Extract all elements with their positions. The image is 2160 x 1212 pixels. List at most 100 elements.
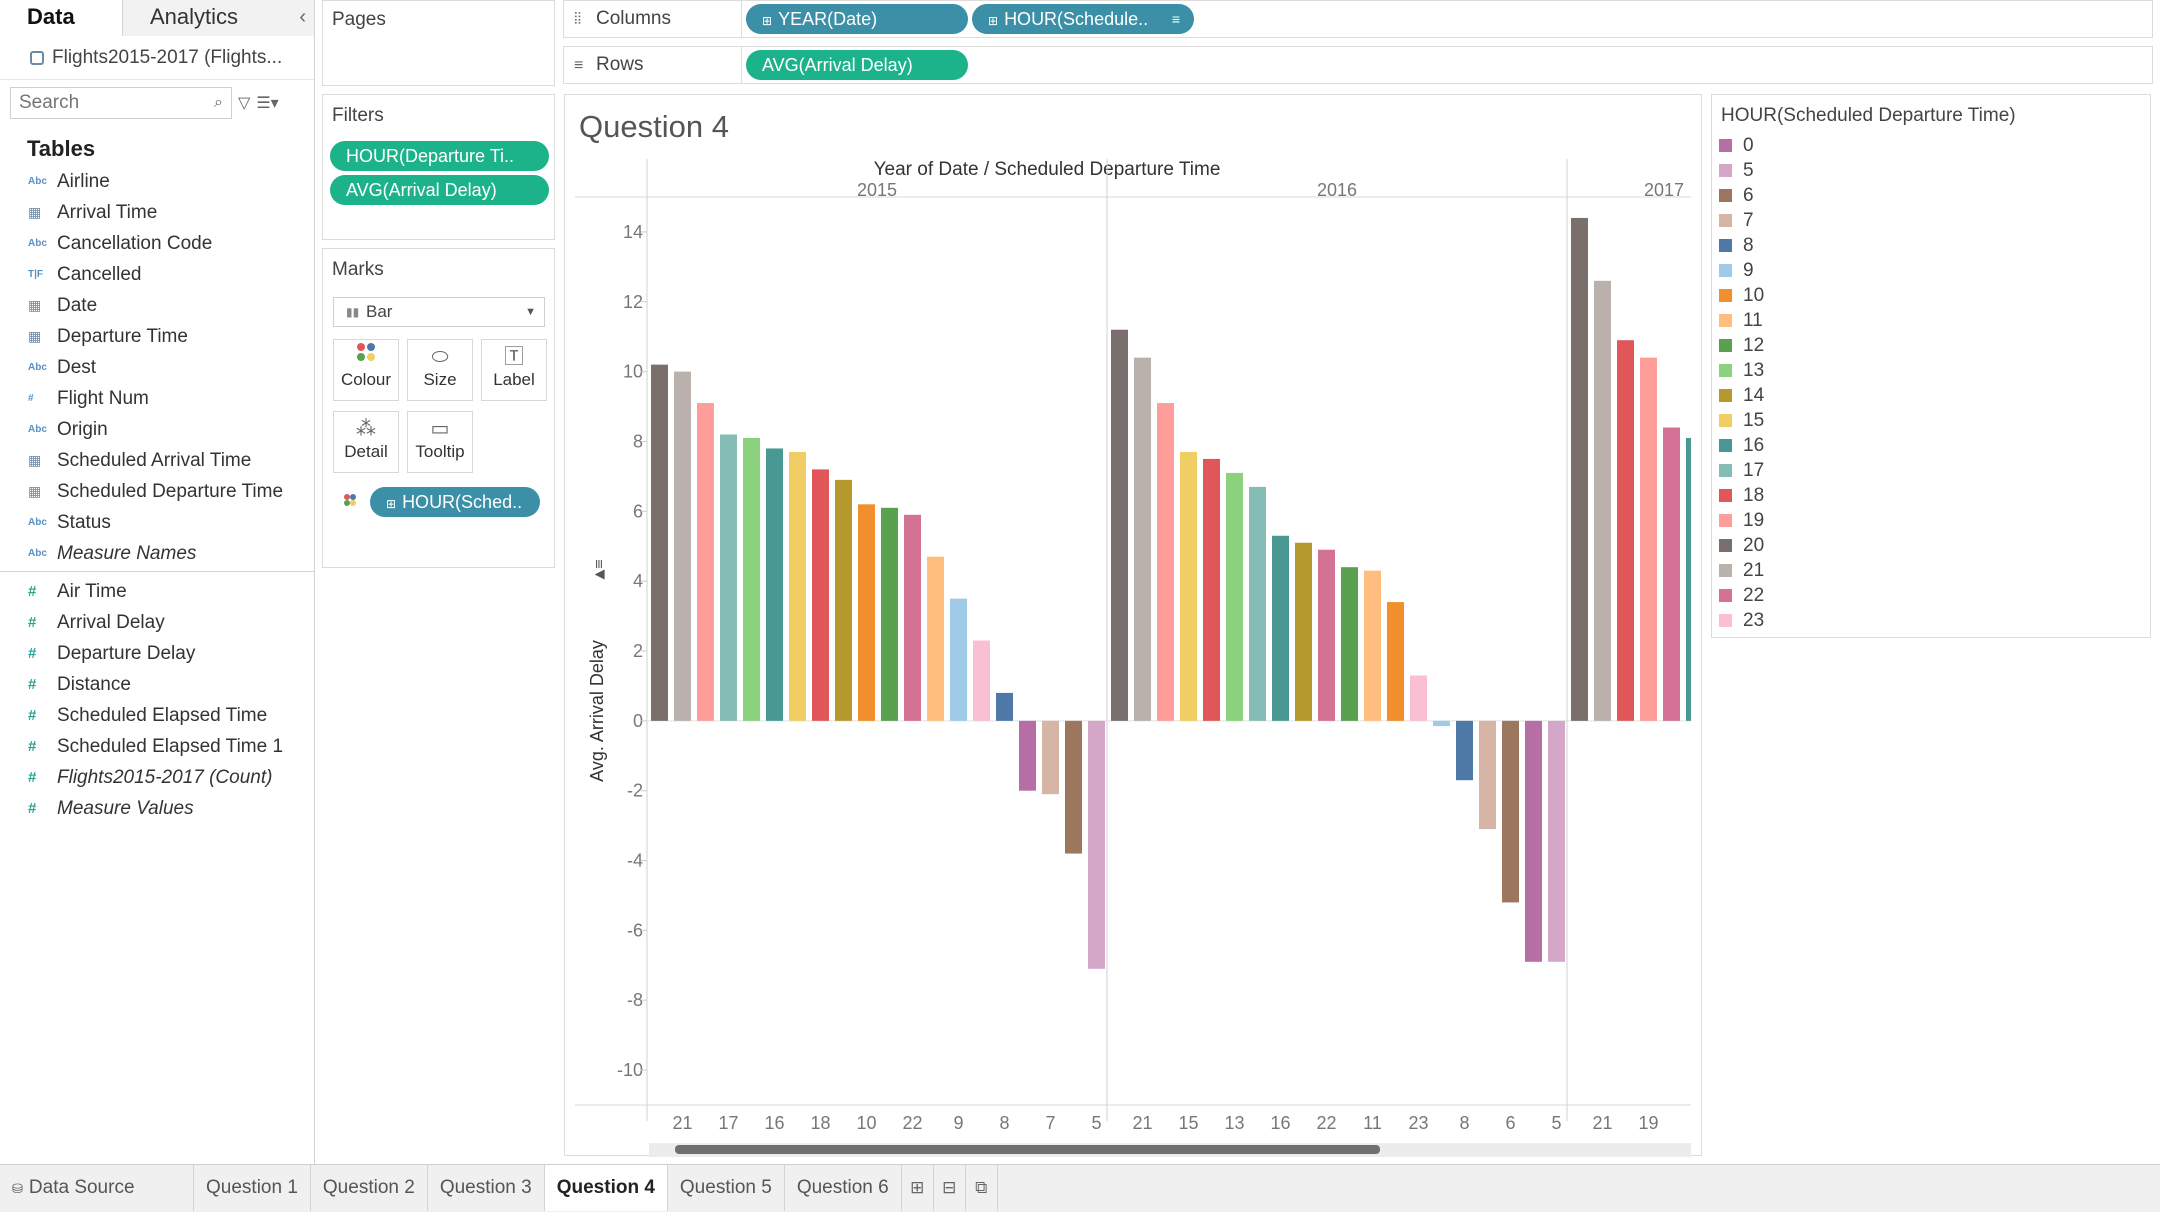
legend-item[interactable]: 17 — [1712, 458, 2150, 483]
filter-pill-hour[interactable]: HOUR(Departure Ti.. — [330, 141, 549, 171]
dimension-field[interactable]: Abc Airline — [0, 166, 314, 197]
legend-item[interactable]: 15 — [1712, 408, 2150, 433]
legend-item[interactable]: 18 — [1712, 483, 2150, 508]
filter-icon[interactable]: ▽ — [238, 93, 250, 113]
h-scrollbar-thumb[interactable] — [675, 1145, 1380, 1154]
label-button[interactable]: 🅃 Label — [481, 339, 547, 401]
colour-legend[interactable]: HOUR(Scheduled Departure Time) 0 5 6 7 8 9 10 1… — [1711, 94, 2151, 638]
field-name: Date — [57, 294, 98, 316]
new-worksheet-icon[interactable]: ⊞ — [902, 1165, 934, 1211]
measure-field[interactable]: # Scheduled Elapsed Time — [0, 700, 314, 731]
colour-button[interactable]: Colour — [333, 339, 399, 401]
measure-field[interactable]: # Arrival Delay — [0, 607, 314, 638]
columns-shelf[interactable]: ⦙⦙ Columns ⊞ YEAR(Date) ⊞ HOUR(Schedule.. ≡ — [563, 0, 2153, 38]
columns-pill-year[interactable]: ⊞ YEAR(Date) — [746, 4, 968, 34]
dimension-field[interactable]: Abc Cancellation Code — [0, 228, 314, 259]
legend-item[interactable]: 6 — [1712, 183, 2150, 208]
new-dashboard-icon[interactable]: ⊟ — [934, 1165, 966, 1211]
search-icon[interactable]: ⌕ — [214, 94, 223, 112]
legend-item[interactable]: 9 — [1712, 258, 2150, 283]
colour-pill-hour[interactable]: ⊞ HOUR(Sched.. — [370, 487, 540, 517]
legend-label: 15 — [1743, 409, 1765, 431]
dimension-field[interactable]: Abc Origin — [0, 414, 314, 445]
rows-pill-avg-arrival-delay[interactable]: AVG(Arrival Delay) — [746, 50, 968, 80]
sheet-tab[interactable]: Question 5 — [668, 1165, 785, 1211]
measure-field[interactable]: # Measure Values — [0, 793, 314, 824]
rows-shelf[interactable]: ≡ Rows AVG(Arrival Delay) — [563, 46, 2153, 84]
date-part-icon: ⊞ — [762, 14, 773, 28]
dimension-field[interactable]: ▦ Scheduled Departure Time — [0, 476, 314, 507]
bar — [1111, 329, 1128, 721]
view-options-icon[interactable]: ☰▾ — [256, 93, 278, 113]
columns-pill-hour[interactable]: ⊞ HOUR(Schedule.. ≡ — [972, 4, 1194, 34]
bar — [1525, 720, 1542, 962]
field-name: Scheduled Elapsed Time — [57, 704, 268, 726]
filters-card[interactable]: Filters HOUR(Departure Ti.. AVG(Arrival … — [322, 94, 555, 240]
bar — [1134, 357, 1151, 721]
detail-button[interactable]: ⁂ Detail — [333, 411, 399, 473]
dimension-field[interactable]: Abc Measure Names — [0, 538, 314, 569]
measure-field[interactable]: # Distance — [0, 669, 314, 700]
measure-field[interactable]: # Scheduled Elapsed Time 1 — [0, 731, 314, 762]
tab-analytics[interactable]: Analytics ‹ — [122, 0, 314, 36]
mark-type-dropdown[interactable]: ▮▮ Bar ▼ — [333, 297, 545, 327]
colour-label: Colour — [340, 370, 392, 389]
tab-data[interactable]: Data — [0, 0, 122, 36]
dimension-field[interactable]: ▦ Departure Time — [0, 321, 314, 352]
legend-item[interactable]: 13 — [1712, 358, 2150, 383]
search-input[interactable] — [19, 92, 199, 114]
legend-item[interactable]: 23 — [1712, 608, 2150, 633]
tab-analytics-label: Analytics — [150, 4, 239, 29]
search-box[interactable]: ⌕ — [10, 87, 232, 119]
dimension-field[interactable]: ▦ Scheduled Arrival Time — [0, 445, 314, 476]
collapse-pane-icon[interactable]: ‹ — [299, 0, 306, 34]
x-tick-label: 15 — [1178, 1113, 1198, 1133]
sheet-tab[interactable]: Question 3 — [428, 1165, 545, 1211]
pages-card[interactable]: Pages — [322, 0, 555, 86]
legend-item[interactable]: 8 — [1712, 233, 2150, 258]
dimension-field[interactable]: ▦ Date — [0, 290, 314, 321]
legend-item[interactable]: 10 — [1712, 283, 2150, 308]
sheet-tab[interactable]: Question 4 — [544, 1165, 668, 1211]
legend-swatch — [1719, 214, 1732, 227]
legend-item[interactable]: 21 — [1712, 558, 2150, 583]
legend-swatch — [1719, 189, 1732, 202]
measure-field[interactable]: # Air Time — [0, 576, 314, 607]
legend-item[interactable]: 11 — [1712, 308, 2150, 333]
legend-item[interactable]: 22 — [1712, 583, 2150, 608]
bars-group: 201521 17 16 18 10 22 9 8 7 5201621 15 13 16 22 11 23 8 6… — [651, 159, 1691, 1133]
dimension-field[interactable]: # Flight Num — [0, 383, 314, 414]
measure-field[interactable]: # Departure Delay — [0, 638, 314, 669]
x-tick-label: 13 — [1224, 1113, 1244, 1133]
legend-swatch — [1719, 464, 1732, 477]
columns-label: ⦙⦙ Columns — [564, 1, 742, 37]
bar — [697, 403, 714, 721]
size-button[interactable]: ⬭ Size — [407, 339, 473, 401]
legend-item[interactable]: 5 — [1712, 158, 2150, 183]
legend-item[interactable]: 0 — [1712, 133, 2150, 158]
tooltip-button[interactable]: ▭ Tooltip — [407, 411, 473, 473]
legend-label: 8 — [1743, 234, 1754, 256]
new-story-icon[interactable]: ⧉ — [966, 1165, 998, 1211]
tab-data-source[interactable]: ⛁ Data Source — [0, 1165, 194, 1211]
dimension-field[interactable]: Abc Dest — [0, 352, 314, 383]
sheet-tab[interactable]: Question 1 — [194, 1165, 311, 1211]
legend-item[interactable]: 20 — [1712, 533, 2150, 558]
datasource-item[interactable]: Flights2015-2017 (Flights... — [0, 36, 314, 80]
legend-item[interactable]: 7 — [1712, 208, 2150, 233]
sheet-tab[interactable]: Question 2 — [311, 1165, 428, 1211]
measure-field[interactable]: # Flights2015-2017 (Count) — [0, 762, 314, 793]
filter-pill-avg-arrival-delay[interactable]: AVG(Arrival Delay) — [330, 175, 549, 205]
dimension-field[interactable]: T|F Cancelled — [0, 259, 314, 290]
y-tick-label: 10 — [623, 362, 643, 382]
dimension-field[interactable]: ▦ Arrival Time — [0, 197, 314, 228]
bar — [651, 364, 668, 721]
bar — [1686, 437, 1691, 721]
sheet-tab[interactable]: Question 6 — [785, 1165, 902, 1211]
legend-item[interactable]: 12 — [1712, 333, 2150, 358]
bar-chart[interactable]: Year of Date / Scheduled Departure Time 1… — [565, 95, 1703, 1157]
legend-item[interactable]: 16 — [1712, 433, 2150, 458]
legend-item[interactable]: 19 — [1712, 508, 2150, 533]
legend-item[interactable]: 14 — [1712, 383, 2150, 408]
dimension-field[interactable]: Abc Status — [0, 507, 314, 538]
